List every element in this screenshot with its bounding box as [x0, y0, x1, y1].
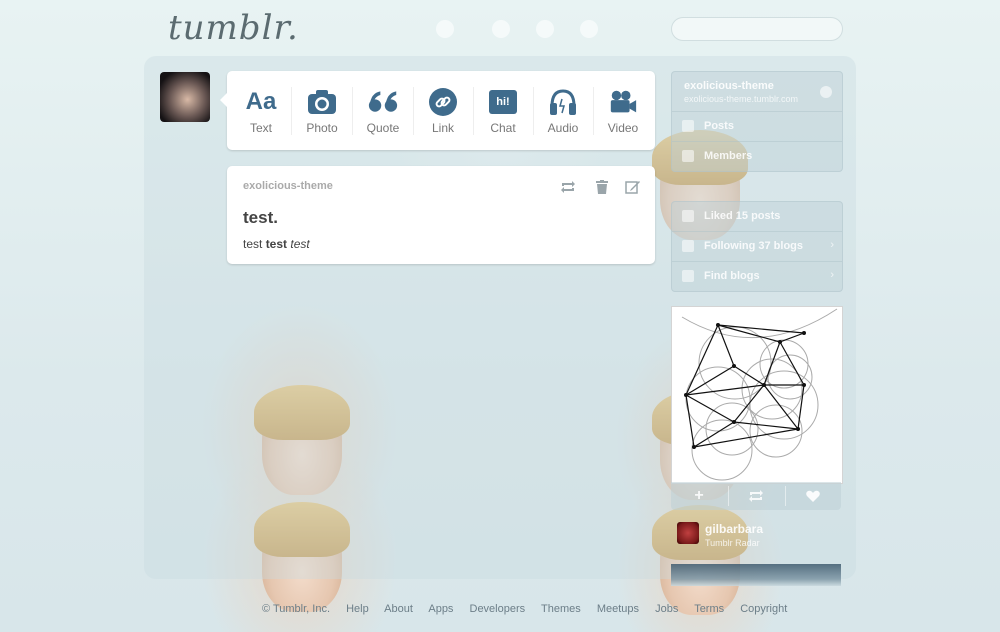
footer-link-jobs[interactable]: Jobs — [655, 603, 678, 615]
post-type-label: Link — [431, 121, 454, 135]
sidebar-item-label: Find blogs — [704, 270, 760, 282]
find-blogs-icon — [682, 270, 694, 282]
blog-menu: exolicious-theme exolicious-theme.tumblr… — [671, 71, 843, 172]
delete-icon[interactable] — [593, 178, 611, 196]
footer-link-copyright[interactable]: Copyright — [740, 603, 787, 615]
text-icon: Aa — [245, 88, 277, 115]
avatar[interactable] — [160, 72, 210, 122]
radar-author[interactable]: gilbarbara — [705, 522, 763, 536]
blog-name[interactable]: exolicious-theme — [684, 80, 774, 92]
sidebar-item-find-blogs[interactable]: Find blogs › — [672, 261, 842, 292]
home-icon[interactable] — [436, 20, 454, 38]
camera-icon — [307, 87, 337, 117]
chat-icon: hi! — [488, 87, 518, 117]
edit-icon[interactable] — [624, 178, 642, 196]
account-menu: Liked 15 posts Following 37 blogs › Find… — [671, 201, 843, 292]
post-type-label: Text — [249, 121, 272, 135]
messages-icon[interactable] — [536, 20, 554, 38]
chevron-right-icon: › — [830, 269, 834, 281]
post-type-link[interactable]: Link — [413, 71, 473, 150]
post-type-quote[interactable]: Quote — [353, 71, 413, 150]
post-type-text[interactable]: Aa Text — [231, 71, 291, 150]
post-card: exolicious-theme test. test test test — [227, 166, 655, 264]
sidebar-item-label: Following 37 blogs — [704, 240, 803, 252]
quote-icon — [368, 87, 398, 117]
members-icon — [682, 150, 694, 162]
sidebar-scroll-shadow — [671, 564, 841, 586]
following-icon — [682, 240, 694, 252]
heart-icon — [806, 490, 820, 502]
sidebar-item-label: Members — [704, 150, 753, 162]
post-type-chat[interactable]: hi! Chat — [473, 71, 533, 150]
headphones-icon — [548, 87, 578, 117]
post-type-video[interactable]: Video — [593, 71, 653, 150]
post-type-photo[interactable]: Photo — [292, 71, 352, 150]
heart-icon — [682, 210, 694, 222]
footer: © Tumblr, Inc. Help About Apps Developer… — [262, 603, 800, 615]
footer-link-developers[interactable]: Developers — [470, 603, 526, 615]
radar-author-avatar[interactable] — [677, 522, 699, 544]
blog-url[interactable]: exolicious-theme.tumblr.com — [684, 94, 798, 104]
post-type-bar: Aa Text Photo Quote Link hi! Chat Audio — [220, 71, 655, 150]
search-input[interactable] — [671, 17, 843, 41]
link-icon — [428, 87, 458, 117]
sidebar-item-posts[interactable]: Posts — [672, 111, 842, 142]
footer-copyright: © Tumblr, Inc. — [262, 603, 331, 615]
chevron-right-icon: › — [830, 239, 834, 251]
reblog-icon — [749, 490, 763, 502]
sidebar-item-label: Liked 15 posts — [704, 210, 781, 222]
reblog-icon[interactable] — [559, 178, 577, 196]
post-type-label: Quote — [366, 121, 400, 135]
explore-icon[interactable] — [492, 20, 510, 38]
follow-button[interactable]: + — [671, 487, 727, 505]
post-body: test test test — [243, 237, 310, 251]
footer-link-terms[interactable]: Terms — [694, 603, 724, 615]
tumblr-logo[interactable]: tumblr. — [168, 8, 299, 48]
post-type-label: Photo — [306, 121, 338, 135]
sidebar-item-members[interactable]: Members — [672, 141, 842, 172]
footer-link-apps[interactable]: Apps — [428, 603, 453, 615]
radar-info: gilbarbara Tumblr Radar — [671, 514, 841, 564]
video-camera-icon — [608, 87, 638, 117]
post-type-label: Chat — [490, 121, 516, 135]
radar-controls: + — [671, 482, 841, 510]
footer-link-help[interactable]: Help — [346, 603, 369, 615]
posts-icon — [682, 120, 694, 132]
reblog-button[interactable] — [728, 487, 784, 505]
footer-link-themes[interactable]: Themes — [541, 603, 581, 615]
post-title: test. — [243, 208, 278, 227]
radar-image[interactable] — [671, 306, 843, 484]
footer-link-meetups[interactable]: Meetups — [597, 603, 639, 615]
post-type-audio[interactable]: Audio — [533, 71, 593, 150]
settings-icon[interactable] — [820, 86, 832, 98]
radar-caption: Tumblr Radar — [705, 538, 760, 548]
sidebar-item-likes[interactable]: Liked 15 posts — [672, 202, 842, 232]
footer-link-about[interactable]: About — [384, 603, 413, 615]
post-type-label: Audio — [547, 121, 579, 135]
post-type-label: Video — [607, 121, 639, 135]
sidebar-item-label: Posts — [704, 120, 734, 132]
sidebar-item-following[interactable]: Following 37 blogs › — [672, 231, 842, 262]
account-icon[interactable] — [580, 20, 598, 38]
post-author[interactable]: exolicious-theme — [243, 180, 333, 192]
like-button[interactable] — [785, 487, 841, 505]
